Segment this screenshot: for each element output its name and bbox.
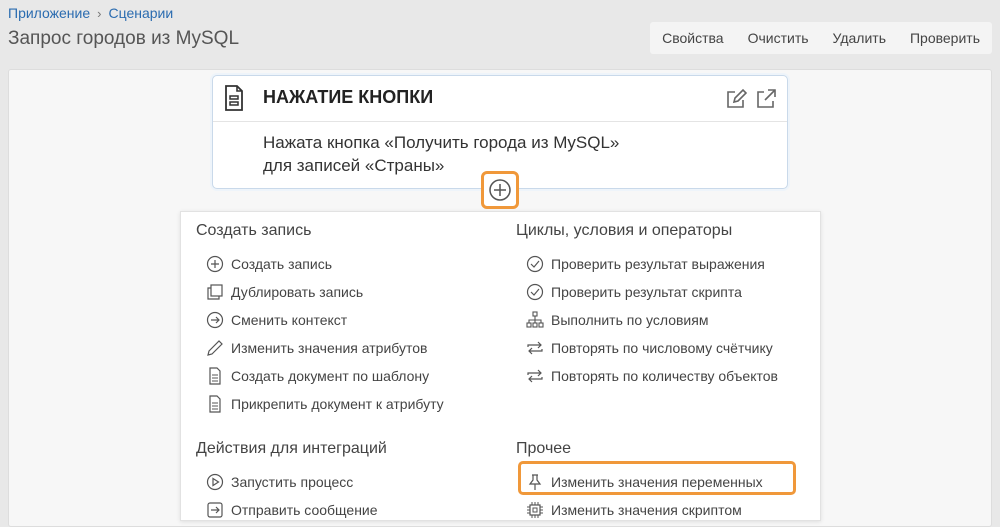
repeat-icon [527, 341, 543, 355]
menu-item-repeat-counter[interactable]: Повторять по числовому счётчику [516, 334, 778, 362]
group-loops: Циклы, условия и операторы Проверить рез… [516, 222, 778, 390]
menu-item-change-attributes[interactable]: Изменить значения атрибутов [196, 334, 444, 362]
menu-item-check-expression[interactable]: Проверить результат выражения [516, 250, 778, 278]
button-document-icon [225, 85, 243, 111]
event-card-header: НАЖАТИЕ КНОПКИ [213, 76, 787, 122]
menu-item-label: Создать запись [231, 256, 332, 272]
menu-item-label: Проверить результат выражения [551, 256, 765, 272]
menu-item-label: Проверить результат скрипта [551, 284, 742, 300]
event-title: НАЖАТИЕ КНОПКИ [263, 87, 434, 107]
menu-item-label: Повторять по количеству объектов [551, 368, 778, 384]
plus-circle-icon [489, 179, 511, 201]
group-title-create: Создать запись [196, 222, 312, 239]
highlight-frame [518, 461, 796, 495]
group-title-other: Прочее [516, 440, 572, 457]
toolbar: Свойства Очистить Удалить Проверить [650, 22, 992, 54]
repeat-icon [527, 369, 543, 383]
page-title: Запрос городов из MySQL [8, 28, 240, 49]
menu-item-repeat-objects[interactable]: Повторять по количеству объектов [516, 362, 778, 390]
clear-button[interactable]: Очистить [736, 22, 821, 54]
breadcrumb-scenarios-link[interactable]: Сценарии [108, 5, 173, 21]
send-icon [207, 502, 223, 518]
menu-item-create-record[interactable]: Создать запись [196, 250, 444, 278]
group-title-integrations: Действия для интеграций [196, 440, 387, 457]
group-create: Создать запись Создать запись Дублироват… [196, 222, 444, 418]
menu-item-check-script[interactable]: Проверить результат скрипта [516, 278, 778, 306]
menu-item-label: Дублировать запись [231, 284, 364, 300]
delete-button[interactable]: Удалить [821, 22, 898, 54]
check-circle-icon [526, 255, 544, 273]
event-description-line2: для записей «Страны» [263, 156, 445, 175]
menu-item-label: Прикрепить документ к атрибуту [231, 396, 444, 412]
breadcrumb: Приложение › Сценарии [8, 5, 173, 21]
menu-item-label: Сменить контекст [231, 312, 348, 328]
properties-button[interactable]: Свойства [650, 22, 735, 54]
check-button[interactable]: Проверить [898, 22, 992, 54]
event-description: Нажата кнопка «Получить города из MySQL»… [263, 131, 619, 177]
arrow-circle-icon [206, 311, 224, 329]
menu-item-label: Изменить значения скриптом [551, 502, 742, 518]
copy-icon [207, 284, 223, 300]
pencil-icon [207, 340, 223, 356]
document-icon [209, 395, 221, 413]
edit-icon[interactable] [725, 88, 747, 110]
menu-item-label: Запустить процесс [231, 474, 354, 490]
menu-item-label: Повторять по числовому счётчику [551, 340, 773, 356]
menu-item-start-process[interactable]: Запустить процесс [196, 468, 387, 496]
menu-item-attach-document[interactable]: Прикрепить документ к атрибуту [196, 390, 444, 418]
open-external-icon[interactable] [755, 88, 777, 110]
group-integrations: Действия для интеграций Запустить процес… [196, 440, 387, 524]
menu-item-send-message[interactable]: Отправить сообщение [196, 496, 387, 524]
hierarchy-icon [526, 311, 544, 328]
menu-item-create-document[interactable]: Создать документ по шаблону [196, 362, 444, 390]
menu-item-label: Выполнить по условиям [551, 312, 709, 328]
chip-icon [527, 502, 543, 518]
play-circle-icon [206, 473, 224, 491]
menu-item-label: Изменить значения атрибутов [231, 340, 428, 356]
menu-item-change-by-script[interactable]: Изменить значения скриптом [516, 496, 763, 524]
document-icon [209, 367, 221, 385]
menu-item-label: Отправить сообщение [231, 502, 378, 518]
menu-item-change-context[interactable]: Сменить контекст [196, 306, 444, 334]
chevron-right-icon: › [97, 5, 102, 21]
menu-item-duplicate-record[interactable]: Дублировать запись [196, 278, 444, 306]
group-title-loops: Циклы, условия и операторы [516, 222, 733, 239]
menu-item-label: Создать документ по шаблону [231, 368, 430, 384]
add-action-button[interactable] [481, 171, 519, 209]
breadcrumb-app-link[interactable]: Приложение [8, 5, 90, 21]
check-circle-icon [526, 283, 544, 301]
event-description-line1: Нажата кнопка «Получить города из MySQL» [263, 133, 620, 152]
menu-item-run-by-conditions[interactable]: Выполнить по условиям [516, 306, 778, 334]
plus-circle-icon [206, 255, 224, 273]
